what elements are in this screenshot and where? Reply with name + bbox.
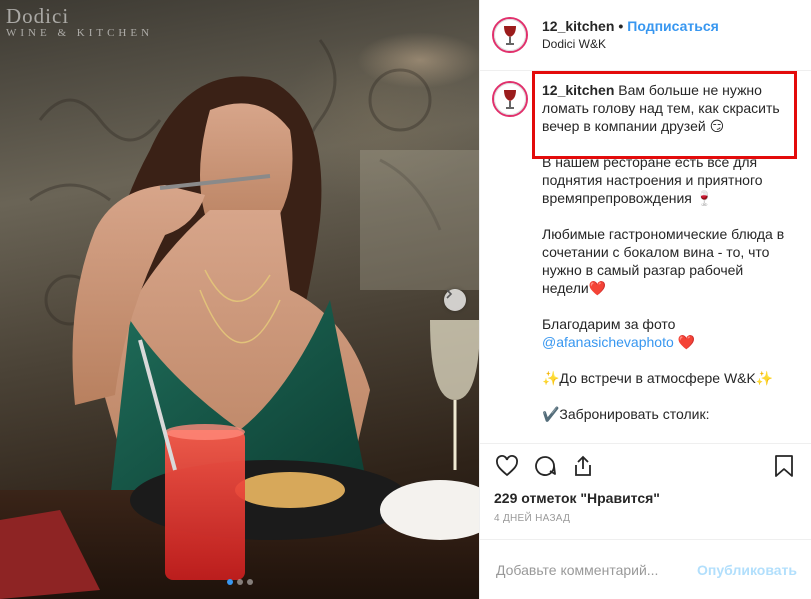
caption-username[interactable]: 12_kitchen xyxy=(542,82,614,98)
caption-paragraph: ✨До встречи в атмосфере W&K✨ xyxy=(542,370,774,386)
follow-button[interactable]: Подписаться xyxy=(627,18,719,36)
caption-paragraph: Любимые гастрономические блюда в сочетан… xyxy=(542,226,785,296)
heart-icon xyxy=(496,454,518,476)
save-button[interactable] xyxy=(771,453,797,479)
carousel-dots xyxy=(0,579,479,585)
post-side-panel: 12_kitchen • Подписаться Dodici W&K 12_k… xyxy=(479,0,811,599)
caption-paragraph: В нашем ресторане есть всё для поднятия … xyxy=(542,154,763,206)
watermark-brand: Dodici xyxy=(6,4,70,28)
caption-area[interactable]: 12_kitchen Вам больше не нужно ломать го… xyxy=(480,71,811,443)
instagram-post: Dodici WINE & KITCHEN 12_kitchen • Подпи… xyxy=(0,0,811,599)
likes-count[interactable]: 229 отметок "Нравится" xyxy=(480,487,811,509)
header-username[interactable]: 12_kitchen xyxy=(542,18,614,36)
share-icon xyxy=(575,455,591,476)
chevron-right-icon xyxy=(446,289,453,299)
post-timestamp[interactable]: 4 ДНЕЙ НАЗАД xyxy=(480,509,811,539)
avatar[interactable] xyxy=(492,17,528,53)
share-button[interactable] xyxy=(570,453,596,479)
post-location[interactable]: Dodici W&K xyxy=(542,37,719,52)
photo-illustration xyxy=(0,39,479,599)
action-bar xyxy=(480,443,811,487)
wine-glass-logo-icon xyxy=(504,26,516,45)
caption-avatar[interactable] xyxy=(492,81,528,117)
caption-paragraph: ✔️Забронировать столик: xyxy=(542,406,710,422)
photo-watermark: Dodici WINE & KITCHEN xyxy=(6,6,153,39)
comment-button[interactable] xyxy=(532,453,558,479)
caption-paragraph: Благодарим за фото @afanasichevaphoto ❤️ xyxy=(542,316,696,350)
comment-icon xyxy=(535,455,556,476)
comment-form: Опубликовать xyxy=(480,539,811,599)
publish-button[interactable]: Опубликовать xyxy=(697,562,797,578)
bookmark-icon xyxy=(775,454,793,477)
mention-link[interactable]: @afanasichevaphoto xyxy=(542,334,674,350)
carousel-next-button[interactable] xyxy=(444,289,466,311)
caption-text: 12_kitchen Вам больше не нужно ломать го… xyxy=(542,81,788,423)
wine-glass-logo-icon xyxy=(504,90,516,109)
header-separator: • xyxy=(618,17,624,34)
post-header: 12_kitchen • Подписаться Dodici W&K xyxy=(480,0,811,71)
watermark-subtitle: WINE & KITCHEN xyxy=(6,27,154,39)
comment-input[interactable] xyxy=(494,560,698,579)
post-photo[interactable]: Dodici WINE & KITCHEN xyxy=(0,0,479,599)
caption-paragraph: 12_kitchen Вам больше не нужно ломать го… xyxy=(542,82,780,134)
like-button[interactable] xyxy=(494,453,520,479)
carousel-dot xyxy=(246,579,253,585)
carousel-dot xyxy=(226,579,233,585)
carousel-dot xyxy=(236,579,243,585)
